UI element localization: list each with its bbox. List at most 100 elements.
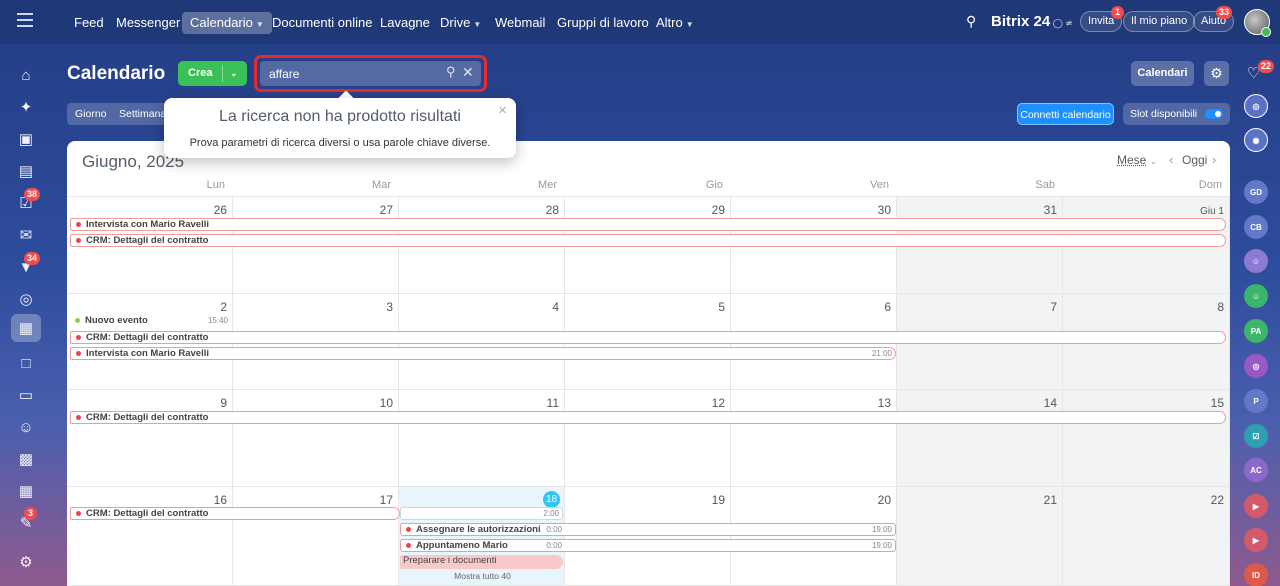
search-field-icon[interactable]: ⚲ (446, 64, 456, 80)
day-number[interactable]: 31 (897, 203, 1057, 217)
day-number[interactable]: 19 (565, 493, 725, 507)
avatar-p[interactable]: P (1244, 389, 1268, 413)
today-button[interactable]: Oggi (1182, 153, 1207, 167)
sparkle-icon[interactable]: ✦ (14, 95, 38, 119)
event-bar[interactable]: CRM: Dettagli del contratto (70, 411, 1226, 424)
board-icon[interactable]: ▩ (14, 447, 38, 471)
video-icon[interactable]: ▶ (1244, 494, 1268, 518)
calendars-button[interactable]: Calendari (1131, 61, 1194, 86)
day-number[interactable]: 9 (67, 396, 227, 410)
video2-icon[interactable]: ▶ (1244, 528, 1268, 552)
event-item[interactable]: Nuovo evento 15:40 (70, 315, 231, 328)
day-number[interactable]: Giu 1 (1063, 206, 1224, 217)
tab-settimana[interactable]: Settimana (119, 108, 166, 120)
planner-icon[interactable]: ▦ (14, 479, 38, 503)
group-icon[interactable]: ☺ (1244, 249, 1268, 273)
day-number[interactable]: 12 (565, 396, 725, 410)
nav-messenger[interactable]: Messenger (116, 12, 180, 34)
day-number[interactable]: 26 (67, 203, 227, 217)
day-number[interactable]: 28 (399, 203, 559, 217)
nav-lavagne[interactable]: Lavagne (380, 12, 430, 34)
day-number[interactable]: 3 (233, 300, 393, 314)
create-button[interactable]: Crea ⌄ (178, 61, 247, 86)
nav-gruppi[interactable]: Gruppi di lavoro (557, 12, 649, 34)
search-input[interactable]: affare (269, 67, 299, 81)
tab-giorno[interactable]: Giorno (75, 108, 107, 120)
avatar-cb[interactable]: CB (1244, 215, 1268, 239)
menu-icon[interactable] (17, 13, 33, 27)
drive-icon[interactable]: ▭ (14, 383, 38, 407)
event-bar[interactable]: CRM: Dettagli del contratto (70, 507, 400, 520)
calendar-icon[interactable]: ▦ (11, 314, 41, 342)
mail-icon[interactable]: ✉ (14, 223, 38, 247)
channel-icon[interactable]: ◎ (1244, 354, 1268, 378)
nav-altro[interactable]: Altro ▼ (656, 12, 694, 34)
document-icon[interactable]: ▤ (14, 159, 38, 183)
nav-documenti[interactable]: Documenti online (272, 12, 372, 34)
avatar-pa[interactable]: PA (1244, 319, 1268, 343)
day-number[interactable]: 2 (67, 300, 227, 314)
day-number[interactable]: 30 (731, 203, 891, 217)
avatar-ac[interactable]: AC (1244, 458, 1268, 482)
chevron-down-icon[interactable]: ⌄ (230, 61, 238, 86)
day-number[interactable]: 8 (1063, 300, 1224, 314)
people-icon[interactable]: ☺ (14, 415, 38, 439)
today-time-slot[interactable]: 2:00 (400, 507, 563, 520)
event-item[interactable]: Preparare i documenti (400, 555, 563, 569)
day-number[interactable]: 13 (731, 396, 891, 410)
event-bar[interactable]: Intervista con Mario Ravelli (70, 218, 1226, 231)
day-number[interactable]: 4 (399, 300, 559, 314)
next-icon[interactable]: › (1212, 152, 1216, 167)
event-title: CRM: Dettagli del contratto (86, 332, 209, 343)
task-chat-icon[interactable]: ☑ (1244, 424, 1268, 448)
day-number[interactable]: 22 (1063, 493, 1224, 507)
show-more-link[interactable]: Mostra tutto 40 (400, 571, 565, 581)
toggle-switch[interactable] (1205, 109, 1223, 119)
chat-icon[interactable]: ▣ (14, 127, 38, 151)
clear-icon[interactable]: ✕ (462, 64, 474, 81)
support-icon[interactable]: ◉ (1244, 128, 1268, 152)
calendar-settings-icon[interactable]: ⚙ (1204, 61, 1229, 86)
day-number[interactable]: 6 (731, 300, 891, 314)
event-bar[interactable]: Intervista con Mario Ravelli 21:00 (70, 347, 896, 360)
nav-feed[interactable]: Feed (74, 12, 104, 34)
event-title: Assegnare le autorizzazioni (416, 524, 541, 535)
day-number[interactable]: 11 (399, 396, 559, 410)
close-icon[interactable]: ✕ (498, 104, 507, 117)
search-icon[interactable]: ⚲ (966, 13, 976, 30)
copilot-icon[interactable]: ◎ (1244, 94, 1268, 118)
day-number[interactable]: 29 (565, 203, 725, 217)
day-number[interactable]: 5 (565, 300, 725, 314)
prev-icon[interactable]: ‹ (1169, 152, 1173, 167)
group-green-icon[interactable]: ☺ (1244, 284, 1268, 308)
day-number[interactable]: 10 (233, 396, 393, 410)
connect-calendar-button[interactable]: Connetti calendario (1017, 103, 1114, 125)
home-icon[interactable]: ⌂ (14, 63, 38, 87)
day-number[interactable]: 20 (731, 493, 891, 507)
avatar-gd[interactable]: GD (1244, 180, 1268, 204)
nav-webmail[interactable]: Webmail (495, 12, 545, 34)
day-number[interactable]: 7 (897, 300, 1057, 314)
search-field[interactable]: affare ⚲ ✕ (260, 61, 481, 86)
day-number[interactable]: 21 (897, 493, 1057, 507)
avatar-id[interactable]: ID (1244, 563, 1268, 586)
settings-icon[interactable]: ⚙ (14, 550, 38, 574)
event-bar[interactable]: CRM: Dettagli del contratto (70, 234, 1226, 247)
day-number[interactable]: 17 (233, 493, 393, 507)
today-number[interactable]: 18 (543, 491, 560, 508)
day-number[interactable]: 15 (1063, 396, 1224, 410)
day-number[interactable]: 16 (67, 493, 227, 507)
event-bar[interactable]: Assegnare le autorizzazioni 19:00 0:00 (400, 523, 896, 536)
day-number[interactable]: 14 (897, 396, 1057, 410)
available-slots-toggle[interactable]: Slot disponibili (1123, 103, 1230, 125)
file-icon[interactable]: □ (14, 351, 38, 375)
nav-calendario[interactable]: Calendario ▼ (182, 12, 272, 34)
day-number[interactable]: 27 (233, 203, 393, 217)
target-icon[interactable]: ◎ (14, 287, 38, 311)
view-select[interactable]: Mese ⌄ (1117, 153, 1157, 167)
event-time: 0:00 (546, 524, 562, 535)
nav-drive[interactable]: Drive ▼ (440, 12, 481, 34)
plan-button[interactable]: Il mio piano (1123, 11, 1196, 32)
event-bar[interactable]: CRM: Dettagli del contratto (70, 331, 1226, 344)
event-bar[interactable]: Appuntameno Mario 19:00 0:00 (400, 539, 896, 552)
